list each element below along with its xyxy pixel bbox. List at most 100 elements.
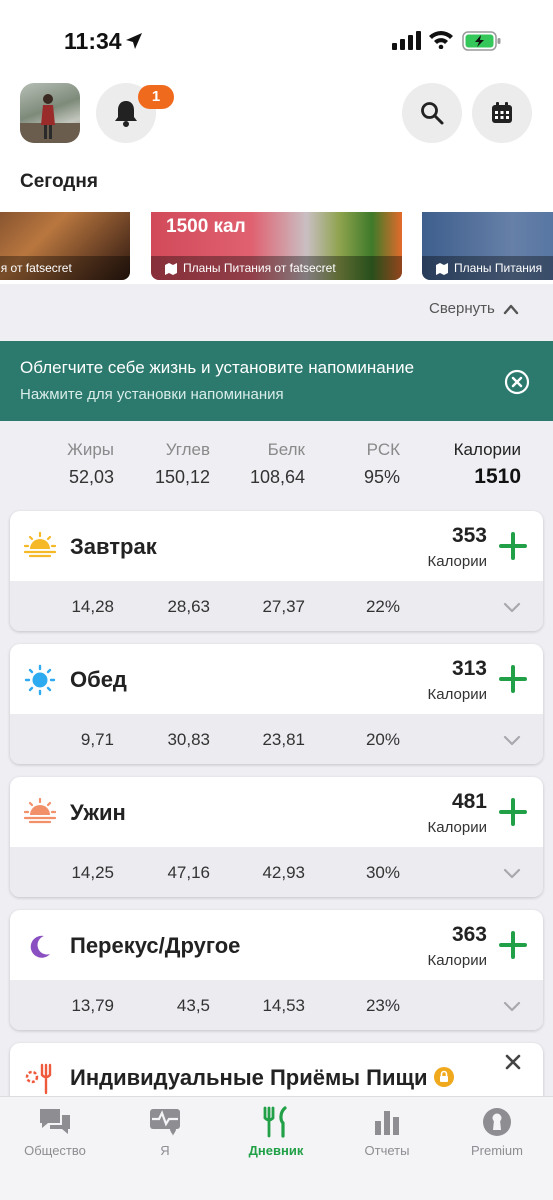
meal-plan-card[interactable]: Планы Питания — [422, 212, 553, 280]
cutlery-gear-icon — [25, 1063, 52, 1095]
calendar-button[interactable] — [472, 83, 532, 143]
meal-calories-label: Калории — [427, 952, 487, 969]
summary-protein: Белк 108,64 — [249, 440, 305, 487]
map-icon — [436, 262, 448, 275]
meal-fat: 14,28 — [71, 597, 114, 616]
chevron-up-icon — [503, 304, 518, 314]
meal-name: Ужин — [70, 800, 126, 825]
tab-label: Дневник — [248, 1143, 304, 1158]
tab-bar: Общество Я Дневник Отчеты Premium — [0, 1096, 553, 1200]
avatar[interactable] — [20, 83, 80, 143]
meal-nutrients-row[interactable]: 13,79 43,5 14,53 23% — [10, 980, 543, 1030]
meal-fat: 14,25 — [71, 863, 114, 882]
add-food-icon[interactable] — [499, 532, 527, 560]
status-time: 11:34 — [64, 28, 122, 54]
meal-calories: 481 — [451, 790, 487, 813]
avatar-photo-icon — [20, 94, 80, 143]
meal-plan-caption: ия от fatsecret — [0, 261, 72, 275]
tab-me[interactable]: Я — [115, 1105, 215, 1158]
premium-lock-icon — [434, 1067, 454, 1087]
sunset-icon — [24, 797, 56, 824]
close-icon[interactable] — [504, 1053, 522, 1071]
custom-meals-title: Индивидуальные Приёмы Пищи — [70, 1065, 428, 1090]
reminder-subtitle: Нажмите для установки напоминания — [20, 386, 284, 403]
tab-label: Я — [160, 1143, 170, 1158]
meal-calories-label: Калории — [427, 819, 487, 836]
meal-protein: 14,53 — [262, 996, 305, 1015]
section-title: Сегодня — [20, 171, 98, 192]
moon-icon — [30, 935, 50, 958]
meal-protein: 23,81 — [262, 730, 305, 749]
meal-rdi: 23% — [365, 996, 400, 1015]
collapse-button[interactable]: Свернуть — [429, 300, 519, 317]
fork-knife-icon — [263, 1106, 287, 1138]
meal-rdi: 20% — [365, 730, 400, 749]
daily-summary: Жиры 52,03 Углев 150,12 Белк 108,64 РСК … — [0, 440, 553, 500]
meal-card-breakfast[interactable]: Завтрак 353 Калории 14,28 28,63 27,37 22… — [10, 511, 543, 631]
sunrise-icon — [24, 531, 56, 558]
meal-name: Обед — [70, 667, 127, 692]
meal-calories: 353 — [451, 524, 487, 547]
meal-protein: 42,93 — [262, 863, 305, 882]
meal-calories: 313 — [451, 657, 487, 680]
meal-plan-caption: Планы Питания — [454, 261, 543, 275]
meal-rdi: 22% — [365, 597, 400, 616]
chevron-down-icon[interactable] — [503, 867, 521, 879]
heart-pulse-icon — [150, 1109, 180, 1136]
cellular-signal-icon — [392, 31, 421, 50]
meal-carbs: 43,5 — [176, 996, 210, 1015]
reminder-banner[interactable]: Облегчите себе жизнь и установите напоми… — [0, 341, 553, 421]
tab-reports[interactable]: Отчеты — [337, 1105, 437, 1158]
meal-card-dinner[interactable]: Ужин 481 Калории 14,25 47,16 42,93 30% — [10, 777, 543, 897]
tab-label: Общество — [24, 1143, 86, 1158]
collapse-label: Свернуть — [429, 300, 495, 317]
reminder-title: Облегчите себе жизнь и установите напоми… — [20, 358, 415, 377]
calendar-icon — [492, 102, 512, 123]
add-food-icon[interactable] — [499, 931, 527, 959]
search-icon — [421, 102, 444, 125]
bell-icon — [115, 101, 137, 127]
tab-diary[interactable]: Дневник — [226, 1105, 326, 1158]
add-food-icon[interactable] — [499, 665, 527, 693]
meal-nutrients-row[interactable]: 14,28 28,63 27,37 22% — [10, 581, 543, 631]
meal-plan-card[interactable]: ия от fatsecret — [0, 212, 130, 280]
meal-rdi: 30% — [365, 863, 400, 882]
meal-plan-calories: 1500 кал — [166, 216, 246, 237]
search-button[interactable] — [402, 83, 462, 143]
summary-fat: Жиры 52,03 — [67, 440, 114, 487]
meal-card-snack[interactable]: Перекус/Другое 363 Калории 13,79 43,5 14… — [10, 910, 543, 1030]
summary-calories: Калории 1510 — [453, 440, 521, 488]
add-food-icon[interactable] — [499, 798, 527, 826]
meal-calories-label: Калории — [427, 686, 487, 703]
meal-fat: 9,71 — [80, 730, 114, 749]
tab-community[interactable]: Общество — [5, 1105, 105, 1158]
map-icon — [165, 262, 177, 275]
chevron-down-icon[interactable] — [503, 734, 521, 746]
chevron-down-icon[interactable] — [503, 1000, 521, 1012]
notification-badge: 1 — [138, 85, 174, 109]
meal-carbs: 47,16 — [167, 863, 210, 882]
location-arrow-icon — [126, 33, 142, 49]
meal-carbs: 28,63 — [167, 597, 210, 616]
meal-card-lunch[interactable]: Обед 313 Калории 9,71 30,83 23,81 20% — [10, 644, 543, 764]
battery-charging-icon — [462, 31, 501, 51]
status-bar: 11:34 — [0, 0, 553, 80]
app-header: 1 Сегодня — [0, 80, 553, 212]
bar-chart-icon — [375, 1111, 399, 1135]
summary-rdi: РСК 95% — [363, 440, 400, 487]
meal-carbs: 30,83 — [167, 730, 210, 749]
meal-name: Перекус/Другое — [70, 933, 241, 958]
sun-icon — [24, 664, 56, 696]
meal-plans-carousel[interactable]: ия от fatsecret 1500 кал Планы Питания о… — [0, 212, 553, 284]
chevron-down-icon[interactable] — [503, 601, 521, 613]
meal-nutrients-row[interactable]: 9,71 30,83 23,81 20% — [10, 714, 543, 764]
meal-name: Завтрак — [70, 534, 157, 559]
tab-label: Отчеты — [364, 1143, 410, 1158]
meal-nutrients-row[interactable]: 14,25 47,16 42,93 30% — [10, 847, 543, 897]
meal-calories: 363 — [451, 923, 487, 946]
tab-premium[interactable]: Premium — [447, 1105, 547, 1158]
meal-plan-card[interactable]: 1500 кал Планы Питания от fatsecret — [151, 212, 402, 280]
keyhole-icon — [483, 1108, 511, 1136]
close-circle-icon[interactable] — [504, 369, 530, 395]
wifi-icon — [429, 31, 453, 49]
